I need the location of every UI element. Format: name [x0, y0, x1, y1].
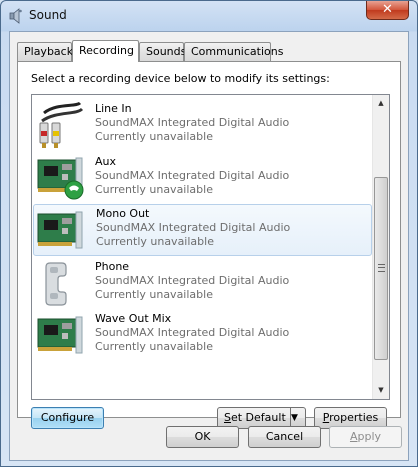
- device-status: Currently unavailable: [96, 235, 214, 248]
- device-description: SoundMAX Integrated Digital Audio: [95, 116, 290, 129]
- cancel-button[interactable]: Cancel: [248, 426, 321, 448]
- device-name: Phone: [95, 260, 130, 273]
- sound-dialog: Sound ✕ Playback Recording Sounds Commun…: [0, 0, 418, 467]
- tab-sounds[interactable]: Sounds: [139, 42, 186, 61]
- scroll-up-arrow-icon[interactable]: ▲: [373, 95, 389, 112]
- sound-card-icon: [37, 316, 83, 354]
- close-button[interactable]: ✕: [366, 1, 409, 20]
- window-title: Sound: [29, 8, 67, 22]
- device-name: Line In: [95, 102, 132, 115]
- apply-button[interactable]: Apply: [329, 426, 402, 448]
- dropdown-arrow-icon[interactable]: ▼: [290, 408, 305, 428]
- device-row-phone[interactable]: Phone SoundMAX Integrated Digital Audio …: [33, 257, 372, 309]
- title-bar[interactable]: Sound ✕: [1, 1, 417, 31]
- scrollbar-thumb[interactable]: [374, 177, 388, 360]
- instruction-text: Select a recording device below to modif…: [31, 72, 330, 85]
- sound-card-icon: [37, 211, 83, 249]
- properties-label: roperties: [329, 411, 379, 424]
- vertical-scrollbar[interactable]: ▲ ▼: [372, 95, 389, 399]
- recording-panel: Select a recording device below to modif…: [17, 61, 401, 429]
- device-name: Mono Out: [96, 207, 150, 220]
- device-description: SoundMAX Integrated Digital Audio: [95, 326, 290, 339]
- device-row-aux[interactable]: Aux SoundMAX Integrated Digital Audio Cu…: [33, 152, 372, 204]
- set-default-mnemonic: S: [224, 411, 231, 424]
- apply-label: pply: [357, 430, 382, 443]
- device-row-wave-out-mix[interactable]: Wave Out Mix SoundMAX Integrated Digital…: [33, 309, 372, 361]
- device-name: Aux: [95, 155, 117, 168]
- tab-communications[interactable]: Communications: [184, 42, 283, 61]
- device-status: Currently unavailable: [95, 288, 213, 301]
- device-row-line-in[interactable]: Line In SoundMAX Integrated Digital Audi…: [33, 99, 372, 151]
- set-default-label: et Default: [230, 411, 286, 424]
- phone-handset-icon: [45, 262, 67, 306]
- rca-cable-icon: [39, 101, 84, 148]
- list-item-partial: [33, 95, 372, 97]
- speaker-icon: [9, 8, 22, 24]
- ok-button[interactable]: OK: [166, 426, 239, 448]
- tab-recording[interactable]: Recording: [72, 40, 139, 62]
- device-status: Currently unavailable: [95, 130, 213, 143]
- configure-button[interactable]: Configure: [31, 407, 104, 429]
- device-list-items: Line In SoundMAX Integrated Digital Audi…: [32, 95, 373, 399]
- device-status: Currently unavailable: [95, 340, 213, 353]
- apply-mnemonic: A: [349, 430, 358, 443]
- device-status: Currently unavailable: [95, 183, 213, 196]
- tab-playback[interactable]: Playback: [17, 42, 73, 61]
- sound-card-phone-icon: [37, 157, 84, 200]
- device-list[interactable]: Line In SoundMAX Integrated Digital Audi…: [31, 94, 390, 400]
- device-row-mono-out[interactable]: Mono Out SoundMAX Integrated Digital Aud…: [33, 204, 372, 256]
- scroll-down-arrow-icon[interactable]: ▼: [373, 382, 389, 399]
- partial-icon: [63, 95, 75, 97]
- device-description: SoundMAX Integrated Digital Audio: [96, 221, 291, 234]
- device-name: Wave Out Mix: [95, 312, 172, 325]
- device-description: SoundMAX Integrated Digital Audio: [95, 274, 290, 287]
- grip-icon: [378, 264, 385, 272]
- device-description: SoundMAX Integrated Digital Audio: [95, 169, 290, 182]
- dialog-body: Playback Recording Sounds Communications…: [9, 31, 409, 461]
